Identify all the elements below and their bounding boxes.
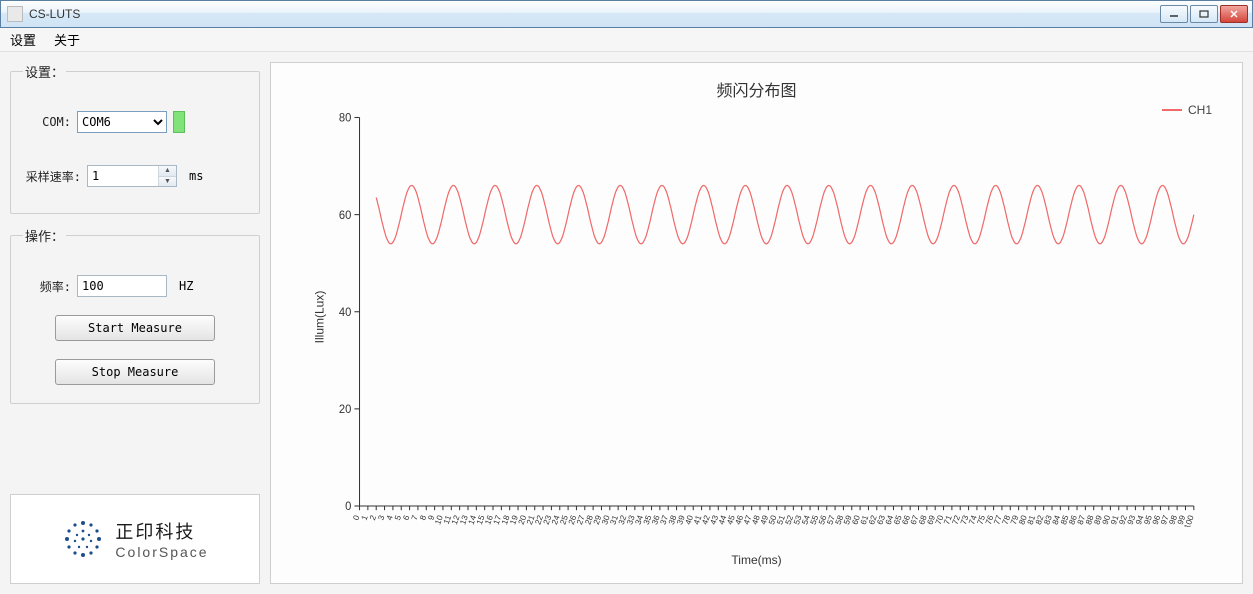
- svg-text:100: 100: [1183, 514, 1196, 527]
- com-label: COM:: [23, 115, 71, 129]
- minimize-button[interactable]: [1160, 5, 1188, 23]
- client-area: 设置： COM: COM6 采样速率: ▲ ▼ ms: [0, 52, 1253, 594]
- chart-title: 频闪分布图: [289, 77, 1224, 101]
- sample-rate-down-icon[interactable]: ▼: [159, 176, 176, 187]
- start-measure-button[interactable]: Start Measure: [55, 315, 215, 341]
- left-column: 设置： COM: COM6 采样速率: ▲ ▼ ms: [10, 62, 260, 584]
- menu-about[interactable]: 关于: [54, 30, 80, 49]
- sample-rate-input[interactable]: [88, 166, 158, 186]
- com-row: COM: COM6: [23, 111, 247, 133]
- logo-text-cn: 正印科技: [115, 518, 208, 544]
- chart-panel: 频闪分布图 CH1 Illum(Lux) 0204060800123456789…: [270, 62, 1243, 584]
- stop-measure-button[interactable]: Stop Measure: [55, 359, 215, 385]
- frequency-input[interactable]: [77, 275, 167, 297]
- window-title: CS-LUTS: [29, 7, 1160, 21]
- operation-legend: 操作：: [23, 226, 66, 245]
- svg-text:20: 20: [339, 404, 351, 416]
- sample-rate-unit: ms: [189, 169, 203, 183]
- chart-svg: 0204060800123456789101112131415161718192…: [329, 107, 1204, 527]
- svg-text:40: 40: [339, 307, 351, 319]
- svg-text:60: 60: [339, 210, 351, 222]
- logo-mark-icon: [61, 517, 105, 561]
- operation-group: 操作： 频率: HZ Start Measure Stop Measure: [10, 226, 260, 404]
- frequency-label: 频率:: [23, 278, 71, 295]
- frequency-row: 频率: HZ: [23, 275, 247, 297]
- y-axis-label: Illum(Lux): [312, 291, 326, 344]
- sample-rate-label: 采样速率:: [23, 168, 81, 185]
- maximize-button[interactable]: [1190, 5, 1218, 23]
- sample-rate-up-icon[interactable]: ▲: [159, 166, 176, 176]
- window-titlebar: CS-LUTS: [0, 0, 1253, 28]
- window-controls: [1160, 5, 1248, 23]
- settings-legend: 设置：: [23, 62, 66, 81]
- sample-rate-row: 采样速率: ▲ ▼ ms: [23, 165, 247, 187]
- settings-group: 设置： COM: COM6 采样速率: ▲ ▼ ms: [10, 62, 260, 214]
- logo-box: 正印科技 ColorSpace: [10, 494, 260, 584]
- com-status-indicator: [173, 111, 185, 133]
- sample-rate-stepper[interactable]: ▲ ▼: [87, 165, 177, 187]
- app-icon: [7, 6, 23, 22]
- frequency-unit: HZ: [179, 279, 193, 293]
- logo-text-en: ColorSpace: [115, 544, 208, 560]
- menu-settings[interactable]: 设置: [10, 30, 36, 49]
- plot-area: Illum(Lux) 02040608001234567891011121314…: [329, 107, 1204, 527]
- com-select[interactable]: COM6: [77, 111, 167, 133]
- svg-text:80: 80: [339, 113, 351, 125]
- x-axis-label: Time(ms): [289, 553, 1224, 567]
- close-button[interactable]: [1220, 5, 1248, 23]
- menu-bar: 设置 关于: [0, 28, 1253, 52]
- logo-text: 正印科技 ColorSpace: [115, 518, 208, 560]
- svg-text:0: 0: [345, 501, 351, 513]
